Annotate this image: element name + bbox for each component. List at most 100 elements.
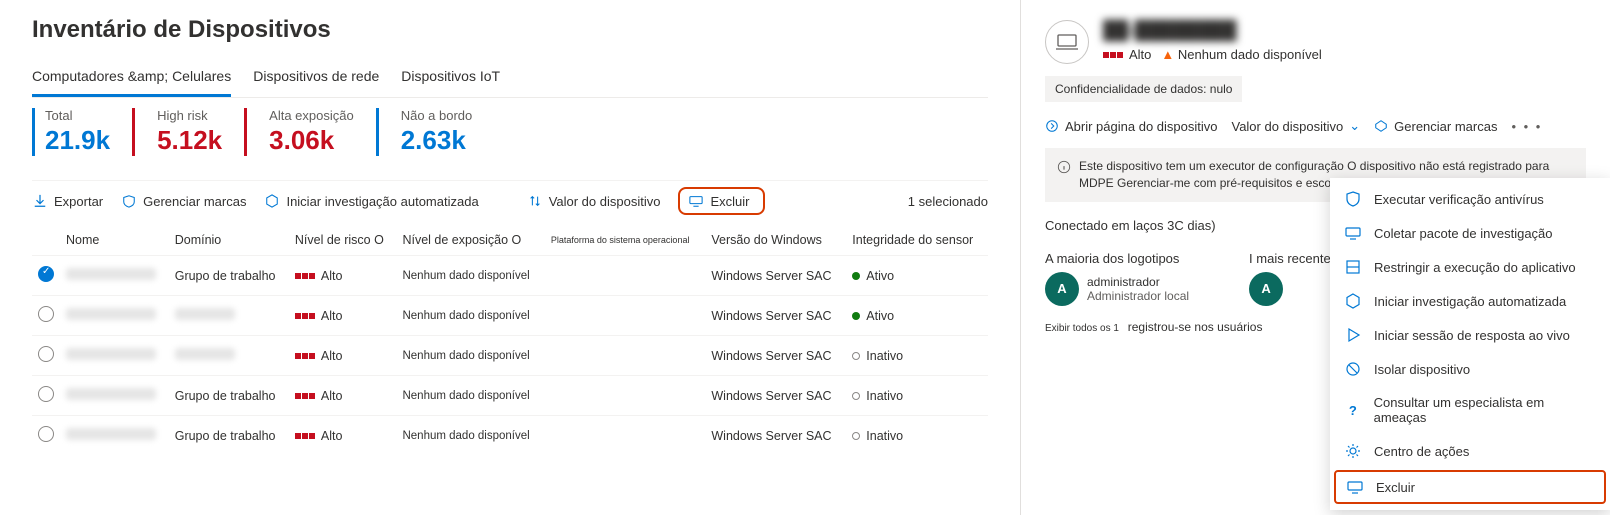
table-row[interactable]: Grupo de trabalhoAltoNenhum dado disponí…	[32, 256, 988, 296]
tab-iot-devices[interactable]: Dispositivos IoT	[401, 62, 500, 97]
menu-item-isolar-dispositivo[interactable]: Isolar dispositivo	[1330, 352, 1610, 386]
stat-high-risk: High risk 5.12k	[132, 108, 244, 156]
menu-item-coletar-pacote-de-investiga-o[interactable]: Coletar pacote de investigação	[1330, 216, 1610, 250]
user-entry[interactable]: A administrador Administrador local	[1045, 272, 1189, 306]
row-checkbox[interactable]	[38, 386, 54, 402]
risk-cell: Alto	[289, 376, 397, 416]
device-icon	[1346, 479, 1364, 495]
device-value-link[interactable]: Valor do dispositivo ⌄	[1231, 118, 1360, 134]
exposure-cell: Nenhum dado disponível	[396, 416, 544, 456]
toolbar: Exportar Gerenciar marcas Iniciar invest…	[32, 180, 988, 225]
menu-item-label: Consultar um especialista em ameaças	[1374, 395, 1596, 425]
device-detail-panel: ██-████████ Alto ▲ Nenhum dado disponíve…	[1020, 0, 1610, 515]
export-button[interactable]: Exportar	[32, 193, 103, 209]
device-name-cell	[66, 388, 156, 400]
user-name: administrador	[1087, 275, 1189, 289]
menu-item-label: Iniciar investigação automatizada	[1374, 294, 1566, 309]
logs-recent-label: I mais recente	[1249, 251, 1331, 266]
col-os[interactable]: Plataforma do sistema operacional	[545, 225, 706, 256]
menu-item-label: Isolar dispositivo	[1374, 362, 1470, 377]
sensor-cell: Ativo	[846, 296, 988, 336]
row-checkbox[interactable]	[38, 426, 54, 442]
stat-total: Total 21.9k	[32, 108, 132, 156]
gear-icon	[1344, 443, 1362, 459]
table-row[interactable]: AltoNenhum dado disponívelWindows Server…	[32, 296, 988, 336]
col-exposure[interactable]: Nível de exposição O	[396, 225, 544, 256]
more-actions-button[interactable]: • • •	[1511, 119, 1542, 134]
start-investigation-button[interactable]: Iniciar investigação automatizada	[264, 193, 478, 209]
menu-item-label: Restringir a execução do aplicativo	[1374, 260, 1576, 275]
row-checkbox[interactable]	[38, 266, 54, 282]
avatar: A	[1249, 272, 1283, 306]
menu-item-label: Iniciar sessão de resposta ao vivo	[1374, 328, 1570, 343]
info-icon	[1057, 160, 1071, 174]
question-icon: ?	[1344, 403, 1362, 418]
sort-icon	[527, 193, 543, 209]
menu-item-label: Coletar pacote de investigação	[1374, 226, 1553, 241]
stat-label: Não a bordo	[401, 108, 473, 123]
domain-cell	[169, 296, 289, 336]
device-icon	[688, 193, 704, 209]
sensor-cell: Inativo	[846, 376, 988, 416]
exposure-cell: Nenhum dado disponível	[396, 376, 544, 416]
stat-cards: Total 21.9k High risk 5.12k Alta exposiç…	[32, 108, 988, 156]
sensor-cell: Ativo	[846, 256, 988, 296]
table-row[interactable]: AltoNenhum dado disponívelWindows Server…	[32, 336, 988, 376]
hexagon-icon	[1344, 293, 1362, 309]
menu-item-iniciar-sess-o-de-resposta-ao-vivo[interactable]: Iniciar sessão de resposta ao vivo	[1330, 318, 1610, 352]
col-risk[interactable]: Nível de risco O	[289, 225, 397, 256]
menu-item-label: Executar verificação antivírus	[1374, 192, 1544, 207]
device-value-button[interactable]: Valor do dispositivo	[527, 193, 661, 209]
device-name-cell	[66, 428, 156, 440]
exclude-button[interactable]: Excluir	[678, 187, 765, 215]
tab-computers[interactable]: Computadores &amp; Celulares	[32, 62, 231, 97]
manage-tags-link[interactable]: Gerenciar marcas	[1374, 119, 1497, 134]
menu-item-excluir[interactable]: Excluir	[1334, 470, 1606, 504]
devices-table: Nome Domínio Nível de risco O Nível de e…	[32, 225, 988, 455]
domain-cell	[169, 336, 289, 376]
sensor-cell: Inativo	[846, 336, 988, 376]
menu-item-label: Centro de ações	[1374, 444, 1469, 459]
menu-item-restringir-a-execu-o-do-aplicativo[interactable]: Restringir a execução do aplicativo	[1330, 250, 1610, 284]
risk-cell: Alto	[289, 296, 397, 336]
logs-majority-label: A maioria dos logotipos	[1045, 251, 1189, 266]
col-domain[interactable]: Domínio	[169, 225, 289, 256]
selection-count: 1 selecionado	[908, 194, 988, 209]
device-name-cell	[66, 268, 156, 280]
menu-item-centro-de-a-es[interactable]: Centro de ações	[1330, 434, 1610, 468]
stat-label: Alta exposição	[269, 108, 354, 123]
manage-tags-button[interactable]: Gerenciar marcas	[121, 193, 246, 209]
user-entry[interactable]: A	[1249, 272, 1331, 306]
col-winver[interactable]: Versão do Windows	[705, 225, 846, 256]
exposure-cell: Nenhum dado disponível	[396, 256, 544, 296]
start-investigation-label: Iniciar investigação automatizada	[286, 194, 478, 209]
page-title: Inventário de Dispositivos	[32, 16, 988, 44]
tag-icon	[121, 193, 137, 209]
row-checkbox[interactable]	[38, 306, 54, 322]
open-device-page-link[interactable]: Abrir página do dispositivo	[1045, 119, 1217, 134]
more-actions-menu: Executar verificação antivírus Coletar pa…	[1330, 178, 1610, 510]
menu-item-executar-verifica-o-antiv-rus[interactable]: Executar verificação antivírus	[1330, 182, 1610, 216]
show-all-link[interactable]: Exibir todos os 1	[1045, 323, 1119, 334]
stat-value: 2.63k	[401, 125, 473, 156]
device-name: ██-████████	[1103, 20, 1322, 41]
device-name-cell	[66, 348, 156, 360]
more-icon: • • •	[1511, 119, 1542, 134]
tabs: Computadores &amp; Celulares Dispositivo…	[32, 62, 988, 98]
tab-network-devices[interactable]: Dispositivos de rede	[253, 62, 379, 97]
col-sensor[interactable]: Integridade do sensor	[846, 225, 988, 256]
table-row[interactable]: Grupo de trabalhoAltoNenhum dado disponí…	[32, 376, 988, 416]
download-icon	[32, 193, 48, 209]
col-name[interactable]: Nome	[60, 225, 169, 256]
arrow-right-icon	[1045, 119, 1059, 133]
menu-item-iniciar-investiga-o-automatizada[interactable]: Iniciar investigação automatizada	[1330, 284, 1610, 318]
table-row[interactable]: Grupo de trabalhoAltoNenhum dado disponí…	[32, 416, 988, 456]
stat-high-exposure: Alta exposição 3.06k	[244, 108, 376, 156]
stat-label: High risk	[157, 108, 222, 123]
exposure-cell: Nenhum dado disponível	[396, 336, 544, 376]
row-checkbox[interactable]	[38, 346, 54, 362]
block-icon	[1344, 361, 1362, 377]
export-label: Exportar	[54, 194, 103, 209]
menu-item-consultar-um-especialista-em-amea-as[interactable]: ? Consultar um especialista em ameaças	[1330, 386, 1610, 434]
stat-label: Total	[45, 108, 110, 123]
